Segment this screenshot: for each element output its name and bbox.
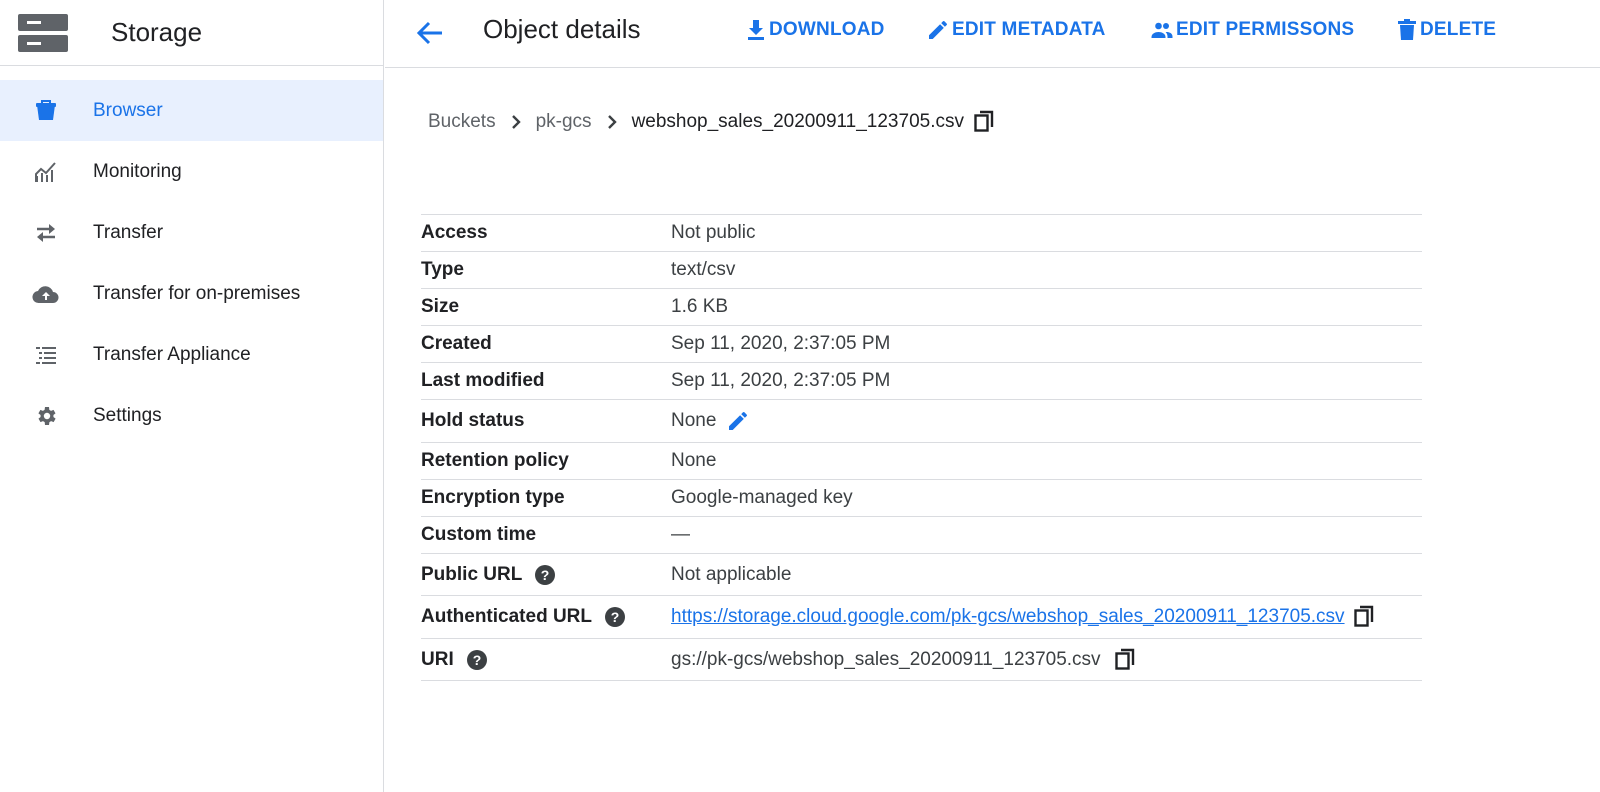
back-button[interactable] <box>413 16 447 50</box>
row-label: Authenticated URL ? <box>421 606 671 628</box>
chevron-right-icon <box>509 113 523 131</box>
row-label: Encryption type <box>421 487 565 508</box>
row-value: Not applicable <box>671 563 792 585</box>
row-label: Retention policy <box>421 450 569 471</box>
row-label: Access <box>421 222 488 243</box>
table-row: Retention policy None <box>421 443 1422 480</box>
edit-hold-pencil-icon[interactable] <box>726 409 750 433</box>
table-row: Size 1.6 KB <box>421 289 1422 326</box>
sidebar-item-label: Monitoring <box>93 160 182 182</box>
object-details-table: Access Not public Type text/csv Size 1.6… <box>421 214 1422 681</box>
table-row: URI ? gs://pk-gcs/webshop_sales_20200911… <box>421 639 1422 681</box>
pencil-icon <box>929 21 947 39</box>
breadcrumb-object: webshop_sales_20200911_123705.csv <box>631 111 964 132</box>
edit-metadata-button[interactable]: EDIT METADATA <box>926 18 1106 42</box>
row-label: Hold status <box>421 410 525 431</box>
breadcrumb-bucket[interactable]: pk-gcs <box>536 111 592 133</box>
page-title: Object details <box>483 14 641 44</box>
row-label: Last modified <box>421 370 545 391</box>
table-row: Encryption type Google-managed key <box>421 480 1422 517</box>
download-icon <box>748 20 764 40</box>
row-value: Sep 11, 2020, 2:37:05 PM <box>671 370 891 391</box>
chevron-right-icon <box>605 113 619 131</box>
gear-icon <box>24 404 68 428</box>
swap-icon <box>24 222 68 244</box>
bucket-icon <box>24 99 68 122</box>
table-row: Hold status None <box>421 400 1422 443</box>
help-icon[interactable]: ? <box>534 564 556 586</box>
breadcrumb: Buckets pk-gcs webshop_sales_20200911_12… <box>428 110 996 134</box>
row-value: 1.6 KB <box>671 296 729 317</box>
authenticated-url-link[interactable]: https://storage.cloud.google.com/pk-gcs/… <box>671 606 1345 628</box>
sidebar-item-label: Transfer for on-premises <box>93 282 301 304</box>
chart-icon <box>24 161 68 183</box>
uri-label: URI <box>421 648 454 670</box>
edit-permissions-button[interactable]: EDIT PERMISSONS <box>1150 18 1354 42</box>
table-row: Access Not public <box>421 215 1422 252</box>
download-label: DOWNLOAD <box>769 19 885 40</box>
delete-label: DELETE <box>1420 19 1497 40</box>
sidebar-item-transfer-on-premises[interactable]: Transfer for on-premises <box>0 263 383 324</box>
row-value: Sep 11, 2020, 2:37:05 PM <box>671 333 891 354</box>
row-value: — <box>671 524 690 545</box>
copy-icon[interactable] <box>974 110 996 134</box>
download-button[interactable]: DOWNLOAD <box>745 18 885 42</box>
cloud-upload-icon <box>24 283 68 305</box>
row-value: https://storage.cloud.google.com/pk-gcs/… <box>671 605 1376 629</box>
sidebar-item-browser[interactable]: Browser <box>0 80 383 141</box>
sidebar-item-settings[interactable]: Settings <box>0 385 383 446</box>
row-value: text/csv <box>671 259 736 280</box>
row-value: Google-managed key <box>671 487 853 508</box>
sidebar-header: Storage <box>0 0 383 66</box>
help-icon[interactable]: ? <box>604 606 626 628</box>
sidebar-item-label: Browser <box>93 99 163 121</box>
svg-text:?: ? <box>541 567 550 583</box>
people-icon <box>1151 22 1173 38</box>
trash-icon <box>1398 19 1416 40</box>
app-title: Storage <box>111 17 203 47</box>
breadcrumb-buckets[interactable]: Buckets <box>428 111 496 133</box>
edit-metadata-label: EDIT METADATA <box>952 19 1106 40</box>
row-value: gs://pk-gcs/webshop_sales_20200911_12370… <box>671 648 1137 672</box>
uri-value: gs://pk-gcs/webshop_sales_20200911_12370… <box>671 648 1101 670</box>
sidebar-item-monitoring[interactable]: Monitoring <box>0 141 383 202</box>
sidebar-nav: Browser Monitoring Transfer Transfer for… <box>0 80 383 446</box>
table-row: Type text/csv <box>421 252 1422 289</box>
sidebar: Storage Browser Monitoring Transfer Tran… <box>0 0 384 792</box>
authenticated-url-label: Authenticated URL <box>421 606 592 627</box>
arrow-back-icon <box>416 21 442 45</box>
row-label: Custom time <box>421 524 537 545</box>
table-row: Last modified Sep 11, 2020, 2:37:05 PM <box>421 363 1422 400</box>
sidebar-item-transfer[interactable]: Transfer <box>0 202 383 263</box>
row-label: Type <box>421 259 464 280</box>
page-header: Object details DOWNLOAD EDIT METADATA ED… <box>385 0 1600 68</box>
delete-button[interactable]: DELETE <box>1396 18 1496 42</box>
table-row: Created Sep 11, 2020, 2:37:05 PM <box>421 326 1422 363</box>
sidebar-item-transfer-appliance[interactable]: Transfer Appliance <box>0 324 383 385</box>
copy-icon[interactable] <box>1114 648 1137 672</box>
row-value: Not public <box>671 222 756 243</box>
edit-permissions-label: EDIT PERMISSONS <box>1176 19 1355 40</box>
list-icon <box>24 344 68 366</box>
row-value: None <box>671 409 750 433</box>
row-label: Size <box>421 296 460 317</box>
sidebar-item-label: Transfer <box>93 221 164 243</box>
copy-icon[interactable] <box>1353 605 1376 629</box>
svg-text:?: ? <box>472 652 481 668</box>
public-url-label: Public URL <box>421 563 523 585</box>
table-row: Public URL ? Not applicable <box>421 554 1422 596</box>
row-label: Public URL ? <box>421 564 671 586</box>
table-row: Custom time — <box>421 517 1422 554</box>
storage-icon <box>18 13 68 52</box>
row-label: URI ? <box>421 649 671 671</box>
row-value: None <box>671 450 717 471</box>
row-label: Created <box>421 333 492 354</box>
svg-text:?: ? <box>611 609 620 625</box>
help-icon[interactable]: ? <box>466 649 488 671</box>
table-row: Authenticated URL ? https://storage.clou… <box>421 596 1422 639</box>
sidebar-item-label: Settings <box>93 404 162 426</box>
hold-status-value: None <box>671 410 717 431</box>
sidebar-item-label: Transfer Appliance <box>93 343 251 365</box>
